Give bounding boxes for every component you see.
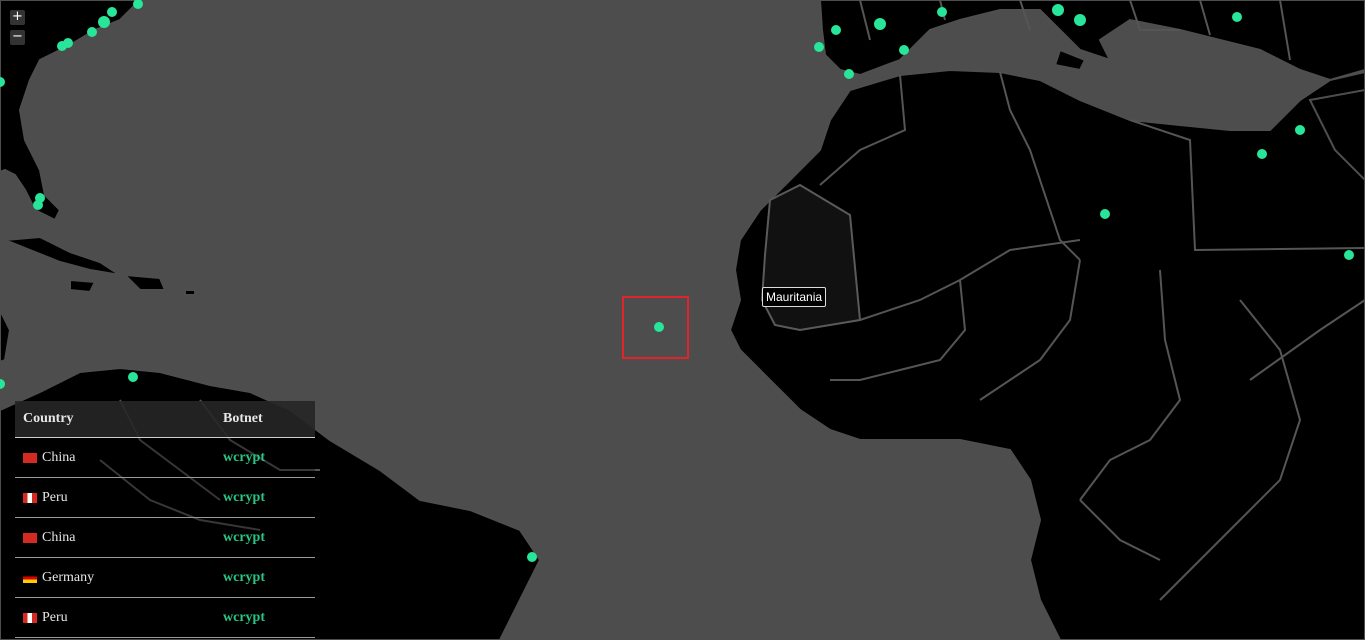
botnet-name: wcrypt	[223, 449, 265, 465]
country-name: Peru	[42, 609, 68, 625]
peru-flag-icon	[23, 612, 37, 623]
europe-landmass	[818, 0, 1365, 82]
caribbean-islands	[4, 235, 196, 296]
attack-feed-table: Country Botnet China wcrypt Peru wcrypt …	[15, 401, 315, 638]
china-flag-icon	[23, 452, 37, 463]
central-america-landmass	[0, 309, 12, 364]
country-name: Peru	[42, 489, 68, 505]
table-header: Country Botnet	[15, 401, 315, 438]
peru-flag-icon	[23, 492, 37, 503]
table-row[interactable]: Peru wcrypt	[15, 478, 315, 518]
table-row[interactable]: Germany wcrypt	[15, 558, 315, 598]
botnet-name: wcrypt	[223, 609, 265, 625]
table-row[interactable]: China wcrypt	[15, 518, 315, 558]
italy-landmass	[1053, 48, 1087, 72]
botnet-name: wcrypt	[223, 569, 265, 585]
zoom-in-button[interactable]: +	[10, 10, 25, 25]
country-name: Germany	[42, 569, 95, 585]
country-column-header: Country	[23, 411, 74, 426]
china-flag-icon	[23, 532, 37, 543]
country-tooltip: Mauritania	[762, 287, 827, 307]
country-name: China	[42, 449, 76, 465]
table-row[interactable]: Peru wcrypt	[15, 598, 315, 638]
botnet-name: wcrypt	[223, 489, 265, 505]
botnet-column-header: Botnet	[223, 411, 263, 426]
zoom-out-button[interactable]: −	[10, 30, 25, 45]
germany-flag-icon	[23, 572, 37, 583]
selection-highlight-box	[622, 296, 689, 359]
table-row[interactable]: China wcrypt	[15, 438, 315, 478]
country-name: China	[42, 529, 76, 545]
botnet-name: wcrypt	[223, 529, 265, 545]
africa-landmass	[728, 68, 1365, 640]
